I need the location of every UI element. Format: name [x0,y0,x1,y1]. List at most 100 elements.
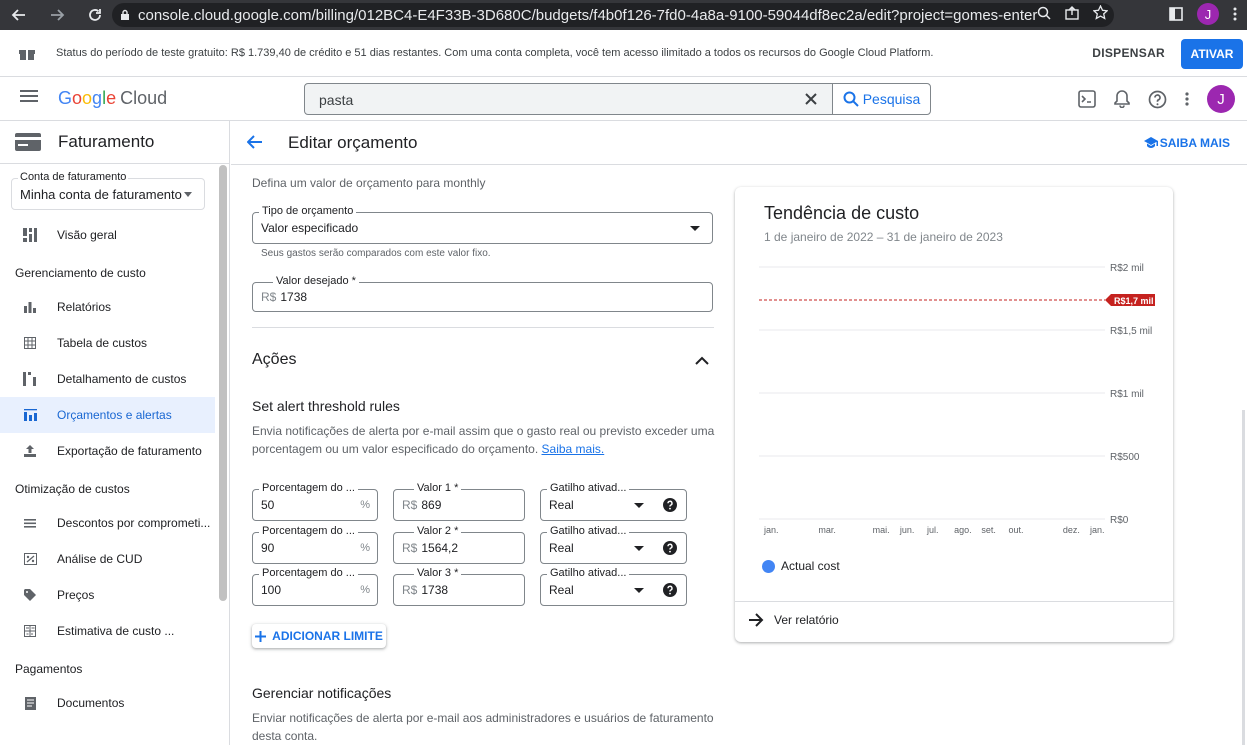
cost-trend-chart: R$0 R$500 R$1 mil R$1,5 mil R$2 mil R$1,7 mil… [759,263,1155,535]
address-bar[interactable]: console.cloud.google.com/billing/012BC4-… [112,3,1114,27]
gift-icon [18,45,36,61]
chevron-up-icon[interactable] [695,356,709,365]
trigger-select[interactable]: Gatilho ativad... Real [540,482,687,521]
dropdown-arrow-icon [634,503,644,508]
view-report-link[interactable]: Ver relatório [749,613,839,627]
billing-account-value: Minha conta de faturamento [20,187,182,202]
lock-icon [120,9,130,21]
notifications-desc-line1: Enviar notificações de alerta por e-mail… [252,711,714,725]
threshold-percent-field[interactable]: Porcentagem do ... 90 % [252,525,378,564]
reload-icon[interactable] [84,4,106,26]
trigger-select[interactable]: Gatilho ativad... Real [540,525,687,564]
browser-toolbar: console.cloud.google.com/billing/012BC4-… [0,0,1247,30]
more-options-icon[interactable] [1185,92,1189,106]
help-icon[interactable] [1148,90,1167,109]
dismiss-button[interactable]: DISPENSAR [1092,46,1165,60]
sidebar-item-overview[interactable]: Visão geral [0,217,215,253]
share-icon[interactable] [1065,5,1079,20]
dropdown-arrow-icon [690,226,700,231]
percent-value: 50 [261,498,275,512]
chart-title: Tendência de custo [764,203,920,223]
threshold-amount-field[interactable]: Valor 1 * R$ 869 [393,482,525,521]
trigger-label: Gatilho ativad... [547,567,630,579]
sidebar-item-label: Estimativa de custo ... [57,624,175,638]
threshold-amount-field[interactable]: Valor 2 * R$ 1564,2 [393,525,525,564]
learn-more-link[interactable]: SAIBA MAIS [1143,136,1230,150]
bookmark-star-icon[interactable] [1093,5,1108,20]
upload-icon [21,445,39,457]
currency-prefix: R$ [261,290,277,304]
activate-button[interactable]: ATIVAR [1181,39,1243,69]
currency-prefix: R$ [402,541,418,555]
sidebar-item-reports[interactable]: Relatórios [0,289,215,325]
sidebar-item-billing-export[interactable]: Exportação de faturamento [0,433,215,469]
x-tick-label: jun. [899,525,915,535]
school-icon [1143,137,1158,149]
currency-prefix: R$ [402,498,418,512]
cloud-shell-icon[interactable] [1078,90,1096,108]
sidebar-item-pricing[interactable]: Preços [0,577,215,613]
sidebar-scrollbar[interactable] [219,165,227,601]
help-circle-icon[interactable] [663,498,677,512]
back-arrow-icon[interactable] [247,134,263,150]
trigger-label: Gatilho ativad... [547,525,630,537]
x-tick-label: jul. [926,525,939,535]
forward-icon[interactable] [46,4,68,26]
search-box[interactable]: pasta Pesquisa [304,83,931,115]
sidebar-item-budgets-alerts[interactable]: Orçamentos e alertas [0,397,215,433]
sidepanel-icon[interactable] [1169,7,1183,21]
learn-more-label: SAIBA MAIS [1159,136,1230,150]
chart-subtitle: 1 de janeiro de 2022 – 31 de janeiro de … [764,230,1003,244]
trigger-value: Real [549,541,574,555]
profile-avatar[interactable]: J [1197,3,1219,25]
percent-label: Porcentagem do ... [259,525,358,537]
budget-type-select[interactable]: Tipo de orçamento Valor especificado [252,205,713,244]
sidebar-item-cost-estimate[interactable]: Estimativa de custo ... [0,613,215,649]
sidebar-item-commitment-discounts[interactable]: Descontos por comprometi... [0,505,215,541]
back-icon[interactable] [8,4,30,26]
table-icon [21,337,39,349]
percent-label: Porcentagem do ... [259,567,358,579]
google-cloud-logo[interactable]: Google Cloud [58,88,167,109]
sidebar-item-cost-breakdown[interactable]: Detalhamento de custos [0,361,215,397]
zoom-search-icon[interactable] [1037,6,1051,20]
calculator-icon [21,625,39,637]
learn-more-threshold-link[interactable]: Saiba mais. [542,442,605,456]
sidebar-item-documents[interactable]: Documentos [0,685,215,721]
help-circle-icon[interactable] [663,541,677,555]
search-button[interactable]: Pesquisa [832,84,930,114]
clear-search-icon[interactable] [803,91,819,107]
cost-trend-card: Tendência de custo 1 de janeiro de 2022 … [735,187,1173,642]
budget-type-label: Tipo de orçamento [259,205,357,217]
budget-label: R$1,7 mil [1114,296,1154,306]
percent-suffix: % [360,584,370,596]
page-scrollbar[interactable] [1242,410,1245,745]
search-input[interactable]: pasta [319,92,353,108]
trial-banner: Status do período de teste gratuito: R$ … [0,30,1247,77]
budget-hint: Defina um valor de orçamento para monthl… [252,176,486,190]
billing-account-select[interactable]: Conta de faturamento Minha conta de fatu… [11,171,205,210]
threshold-percent-field[interactable]: Porcentagem do ... 50 % [252,482,378,521]
search-icon [843,91,859,107]
trigger-label: Gatilho ativad... [547,482,630,494]
sidebar-item-cost-table[interactable]: Tabela de custos [0,325,215,361]
percent-suffix: % [360,499,370,511]
help-circle-icon[interactable] [663,583,677,597]
sidebar-header: Faturamento [0,121,229,164]
trigger-select[interactable]: Gatilho ativad... Real [540,567,687,606]
hamburger-menu-icon[interactable] [20,89,38,103]
trigger-value: Real [549,498,574,512]
sidebar-item-cud-analysis[interactable]: Análise de CUD [0,541,215,577]
browser-menu-icon[interactable] [1233,7,1237,21]
sidebar-title: Faturamento [58,132,155,151]
threshold-amount-field[interactable]: Valor 3 * R$ 1738 [393,567,525,606]
target-amount-field[interactable]: Valor desejado * R$ 1738 [252,275,713,312]
y-tick-label: R$1,5 mil [1110,326,1152,337]
account-avatar[interactable]: J [1207,85,1235,113]
billing-card-icon [14,132,42,152]
add-threshold-button[interactable]: ADICIONAR LIMITE [252,624,386,648]
threshold-percent-field[interactable]: Porcentagem do ... 100 % [252,567,378,606]
amount-value: 869 [421,498,442,512]
page-title: Editar orçamento [288,133,418,152]
notifications-bell-icon[interactable] [1114,90,1130,108]
